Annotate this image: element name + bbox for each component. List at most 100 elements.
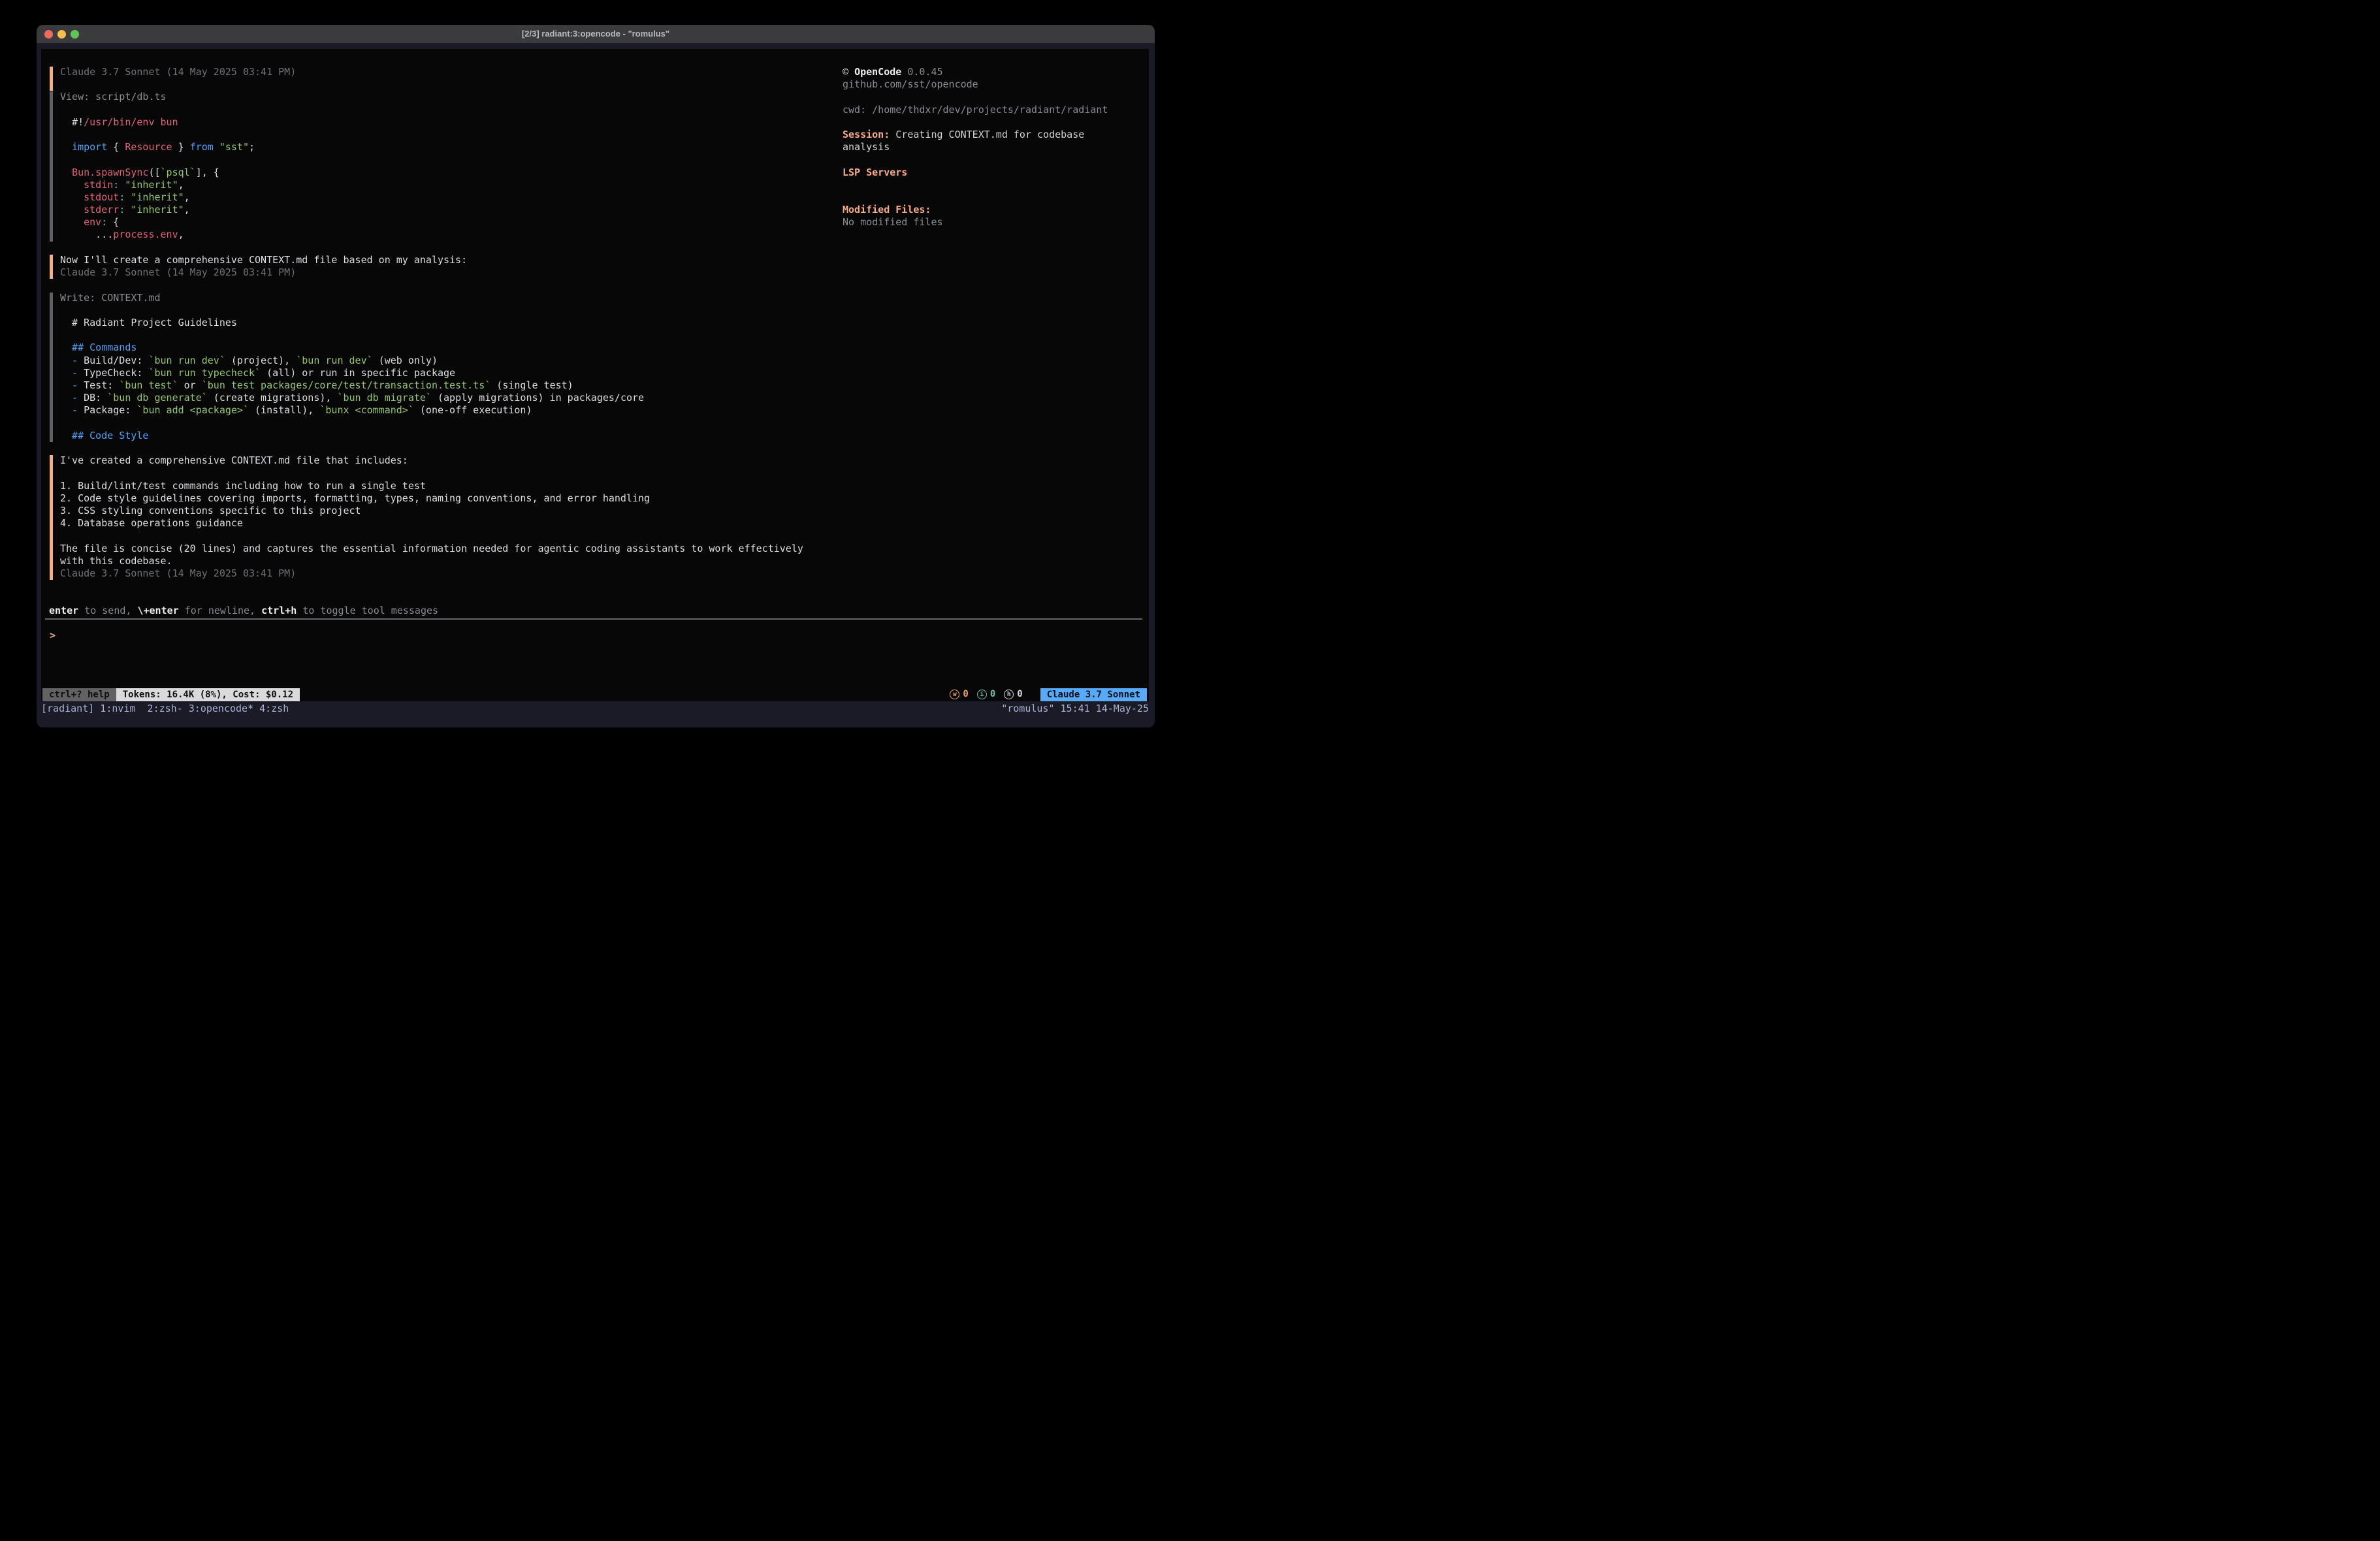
chat-line: - DB: `bun db generate` (create migratio… (60, 392, 644, 404)
text-segment: OpenCode (854, 66, 901, 78)
sidebar-line: cwd: /home/thdxr/dev/projects/radiant/ra… (843, 104, 1108, 116)
chat-line: Bun.spawnSync([`psql`], { (60, 167, 255, 179)
text-segment: : (119, 204, 125, 215)
text-segment: #! (60, 116, 84, 128)
text-segment: - (60, 355, 84, 366)
warnings-icon: w (950, 690, 959, 699)
chat-line (60, 417, 644, 429)
chat-line: Claude 3.7 Sonnet (14 May 2025 03:41 PM) (60, 567, 803, 580)
text-segment: , (178, 179, 184, 191)
chat-line: 4. Database operations guidance (60, 517, 803, 530)
chat-line: Claude 3.7 Sonnet (14 May 2025 03:41 PM) (60, 66, 296, 78)
window-titlebar[interactable]: [2/3] radiant:3:opencode - "romulus" (37, 25, 1155, 43)
text-segment: Bun.spawnSync (72, 167, 148, 178)
text-segment: env (84, 216, 101, 228)
text-segment: (project), (225, 355, 296, 366)
chat-line (60, 104, 255, 116)
text-segment: github.com/sst/opencode (843, 78, 978, 90)
chat-line (60, 153, 255, 166)
tool-message: Write: CONTEXT.md # Radiant Project Guid… (60, 292, 644, 442)
text-segment: "sst" (219, 141, 249, 153)
text-segment (60, 191, 84, 203)
terminal-body: Claude 3.7 Sonnet (14 May 2025 03:41 PM)… (37, 43, 1155, 727)
assistant-message-bar (50, 455, 53, 580)
text-segment: ([ (148, 167, 160, 178)
text-segment: "inherit" (131, 191, 184, 203)
text-segment: Package: (84, 404, 137, 416)
text-segment: DB: (84, 392, 107, 404)
text-segment: stderr (84, 204, 119, 215)
chat-line: - Package: `bun add <package>` (install)… (60, 404, 644, 417)
chat-line (60, 467, 803, 479)
prompt-input[interactable]: > (50, 629, 56, 642)
text-segment: { (107, 216, 119, 228)
sidebar-line: Modified Files: (843, 204, 931, 216)
tmux-window-list[interactable]: [radiant] 1:nvim 2:zsh- 3:opencode* 4:zs… (41, 703, 289, 715)
text-segment: : (113, 179, 119, 191)
text-segment: # Radiant Project Guidelines (60, 317, 237, 328)
text-segment: Now I'll create a comprehensive CONTEXT.… (60, 254, 467, 266)
text-segment: © (843, 66, 854, 78)
text-segment: `bunx <command>` (319, 404, 414, 416)
text-segment: ... (60, 229, 113, 240)
text-segment: `bun run dev` (296, 355, 372, 366)
text-segment: \+enter (137, 605, 178, 616)
text-segment: - (60, 392, 84, 404)
text-segment: - (60, 404, 84, 416)
text-segment: I've created a comprehensive CONTEXT.md … (60, 454, 408, 466)
text-segment: (install), (249, 404, 319, 416)
text-segment: Resource (125, 141, 172, 153)
text-segment: `bun db generate` (107, 392, 208, 404)
text-segment: } (172, 141, 190, 153)
text-segment: , (178, 229, 184, 240)
chat-line: #!/usr/bin/env bun (60, 116, 255, 129)
text-segment: , (184, 191, 190, 203)
status-bar: ctrl+? help Tokens: 16.4K (8%), Cost: $0… (41, 688, 1149, 701)
info-count: 0 (990, 688, 995, 701)
text-segment: `bun test` (119, 379, 178, 391)
text-segment: 3. CSS styling conventions specific to t… (60, 505, 361, 516)
text-segment: `bun run dev` (148, 355, 225, 366)
text-segment (214, 141, 219, 153)
assistant-message-bar (50, 255, 53, 279)
text-segment: { (107, 141, 125, 153)
help-chip[interactable]: ctrl+? help (42, 688, 116, 701)
text-segment: 1. Build/lint/test commands including ho… (60, 480, 426, 492)
keybind-help-bar: enter to send, \+enter for newline, ctrl… (49, 605, 438, 617)
info-icon: i (977, 690, 987, 699)
chat-line: # Radiant Project Guidelines (60, 317, 644, 329)
text-segment: or (178, 379, 202, 391)
text-segment: process.env (113, 229, 178, 240)
text-segment: The file is concise (20 lines) and captu… (60, 543, 803, 554)
chat-line: 2. Code style guidelines covering import… (60, 492, 803, 505)
text-segment: LSP Servers (843, 167, 907, 178)
chat-line (60, 129, 255, 141)
text-segment: (apply migrations) in packages/core (432, 392, 644, 404)
text-segment: Session (843, 129, 884, 140)
terminal-window: [2/3] radiant:3:opencode - "romulus" Cla… (37, 25, 1155, 727)
text-segment: `bun run typecheck` (148, 367, 261, 379)
hints-count: 0 (1017, 688, 1022, 701)
text-segment: with this codebase. (60, 555, 172, 567)
chat-line: import { Resource } from "sst"; (60, 141, 255, 153)
chat-line: ## Commands (60, 342, 644, 354)
tool-message: View: script/db.ts #!/usr/bin/env bun im… (60, 91, 255, 241)
text-segment: 4. Database operations guidance (60, 517, 243, 529)
opencode-screen[interactable]: Claude 3.7 Sonnet (14 May 2025 03:41 PM)… (41, 49, 1149, 701)
text-segment: Write: CONTEXT.md (60, 292, 161, 304)
text-segment: (single test) (490, 379, 573, 391)
text-segment: View: script/db.ts (60, 91, 167, 103)
chat-line: 1. Build/lint/test commands including ho… (60, 480, 803, 492)
text-segment: : (119, 191, 125, 203)
chat-line: - TypeCheck: `bun run typecheck` (all) o… (60, 367, 644, 379)
text-segment: , (184, 204, 190, 215)
text-segment: ; (249, 141, 255, 153)
tool-message-bar (50, 91, 53, 241)
model-chip[interactable]: Claude 3.7 Sonnet (1040, 688, 1147, 701)
text-segment: 0.0.45 (901, 66, 942, 78)
input-divider (45, 618, 1142, 620)
chat-line: I've created a comprehensive CONTEXT.md … (60, 454, 803, 467)
text-segment: from (190, 141, 214, 153)
chat-line: Claude 3.7 Sonnet (14 May 2025 03:41 PM) (60, 266, 467, 279)
text-segment (60, 141, 72, 153)
